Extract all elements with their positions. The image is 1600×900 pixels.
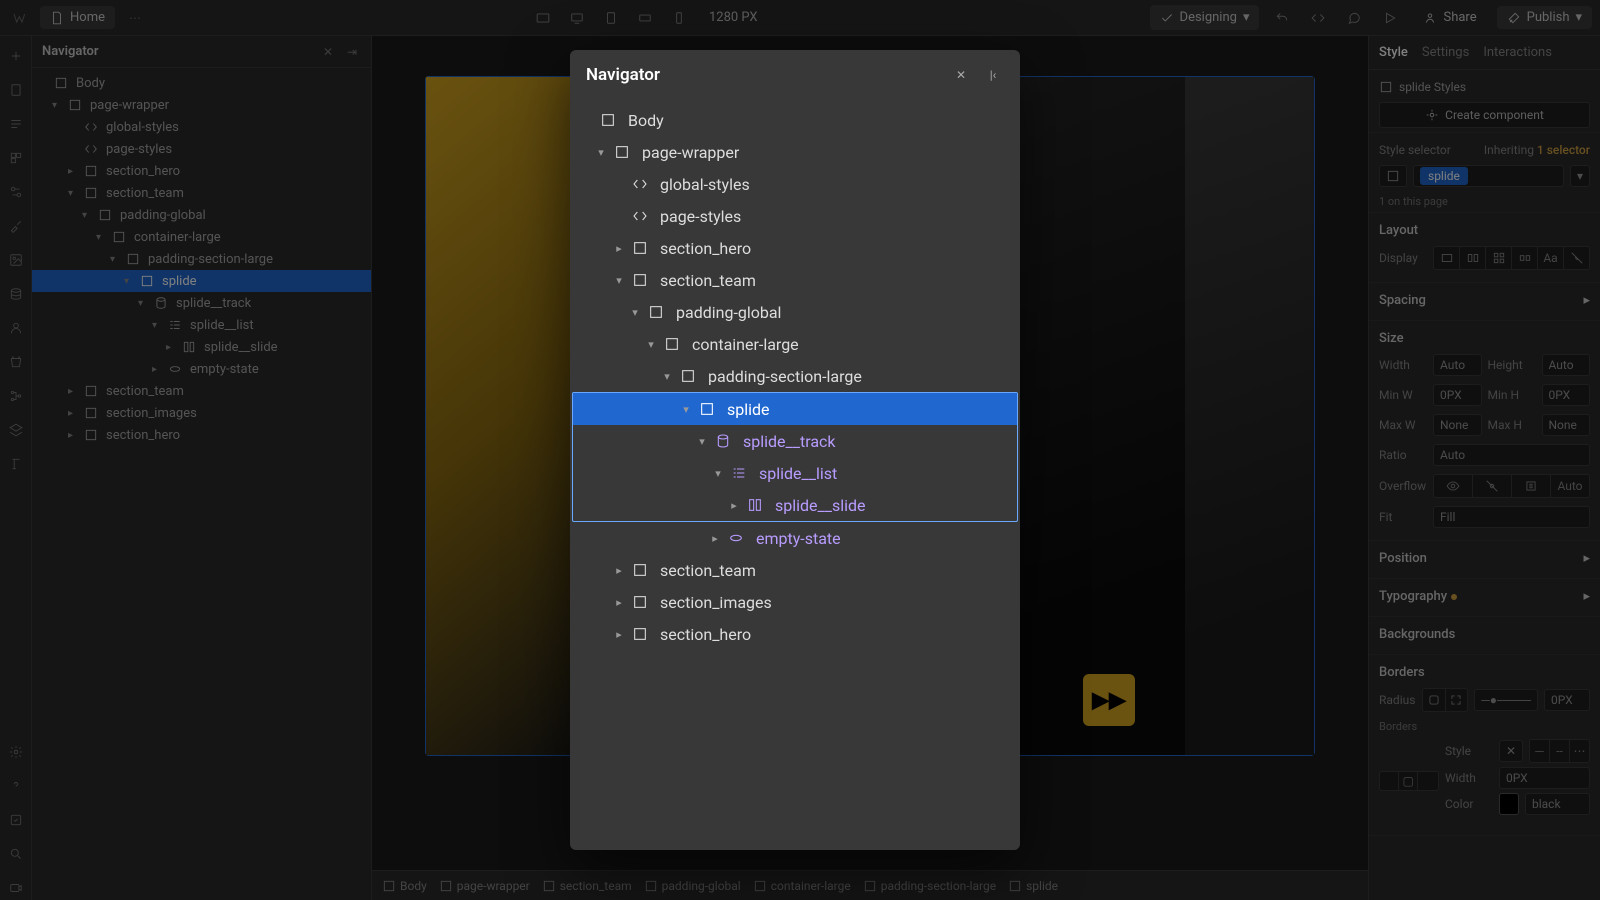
- mnode-page-styles[interactable]: page-styles: [570, 200, 1020, 232]
- close-modal-icon[interactable]: ✕: [950, 64, 972, 86]
- box-icon: [632, 272, 648, 288]
- mnode-splide-track[interactable]: ▾splide__track: [573, 425, 1017, 457]
- mnode-splide-slide[interactable]: ▸splide__slide: [573, 489, 1017, 521]
- box-icon: [648, 304, 664, 320]
- mnode-container-large[interactable]: ▾container-large: [570, 328, 1020, 360]
- mnode-splide[interactable]: ▾splide: [573, 393, 1017, 425]
- mnode-padding-section-large[interactable]: ▾padding-section-large: [570, 360, 1020, 392]
- dock-modal-icon[interactable]: |‹: [982, 64, 1004, 86]
- mnode-section-images[interactable]: ▸section_images: [570, 586, 1020, 618]
- cms-wrapper-icon: [715, 433, 731, 449]
- mnode-section-hero-2[interactable]: ▸section_hero: [570, 618, 1020, 650]
- box-icon: [614, 144, 630, 160]
- navigator-modal-tree: Body ▾page-wrapper global-styles page-st…: [570, 100, 1020, 850]
- box-icon: [699, 401, 715, 417]
- mnode-section-team[interactable]: ▾section_team: [570, 264, 1020, 296]
- cms-item-icon: [747, 497, 763, 513]
- box-icon: [632, 626, 648, 642]
- navigator-modal-title: Navigator: [586, 65, 660, 85]
- embed-icon: [632, 208, 648, 224]
- box-icon: [600, 112, 616, 128]
- mnode-section-team-2[interactable]: ▸section_team: [570, 554, 1020, 586]
- navigator-modal-header: Navigator ✕ |‹: [570, 50, 1020, 100]
- box-icon: [664, 336, 680, 352]
- mnode-page-wrapper[interactable]: ▾page-wrapper: [570, 136, 1020, 168]
- box-icon: [632, 594, 648, 610]
- box-icon: [632, 562, 648, 578]
- cms-empty-icon: [728, 530, 744, 546]
- mnode-body[interactable]: Body: [570, 104, 1020, 136]
- navigator-modal: Navigator ✕ |‹ Body ▾page-wrapper global…: [570, 50, 1020, 850]
- box-icon: [632, 240, 648, 256]
- box-icon: [680, 368, 696, 384]
- mnode-splide-list[interactable]: ▾splide__list: [573, 457, 1017, 489]
- embed-icon: [632, 176, 648, 192]
- mnode-global-styles[interactable]: global-styles: [570, 168, 1020, 200]
- cms-list-icon: [731, 465, 747, 481]
- mnode-empty-state[interactable]: ▸empty-state: [570, 522, 1020, 554]
- mnode-padding-global[interactable]: ▾padding-global: [570, 296, 1020, 328]
- mnode-section-hero[interactable]: ▸section_hero: [570, 232, 1020, 264]
